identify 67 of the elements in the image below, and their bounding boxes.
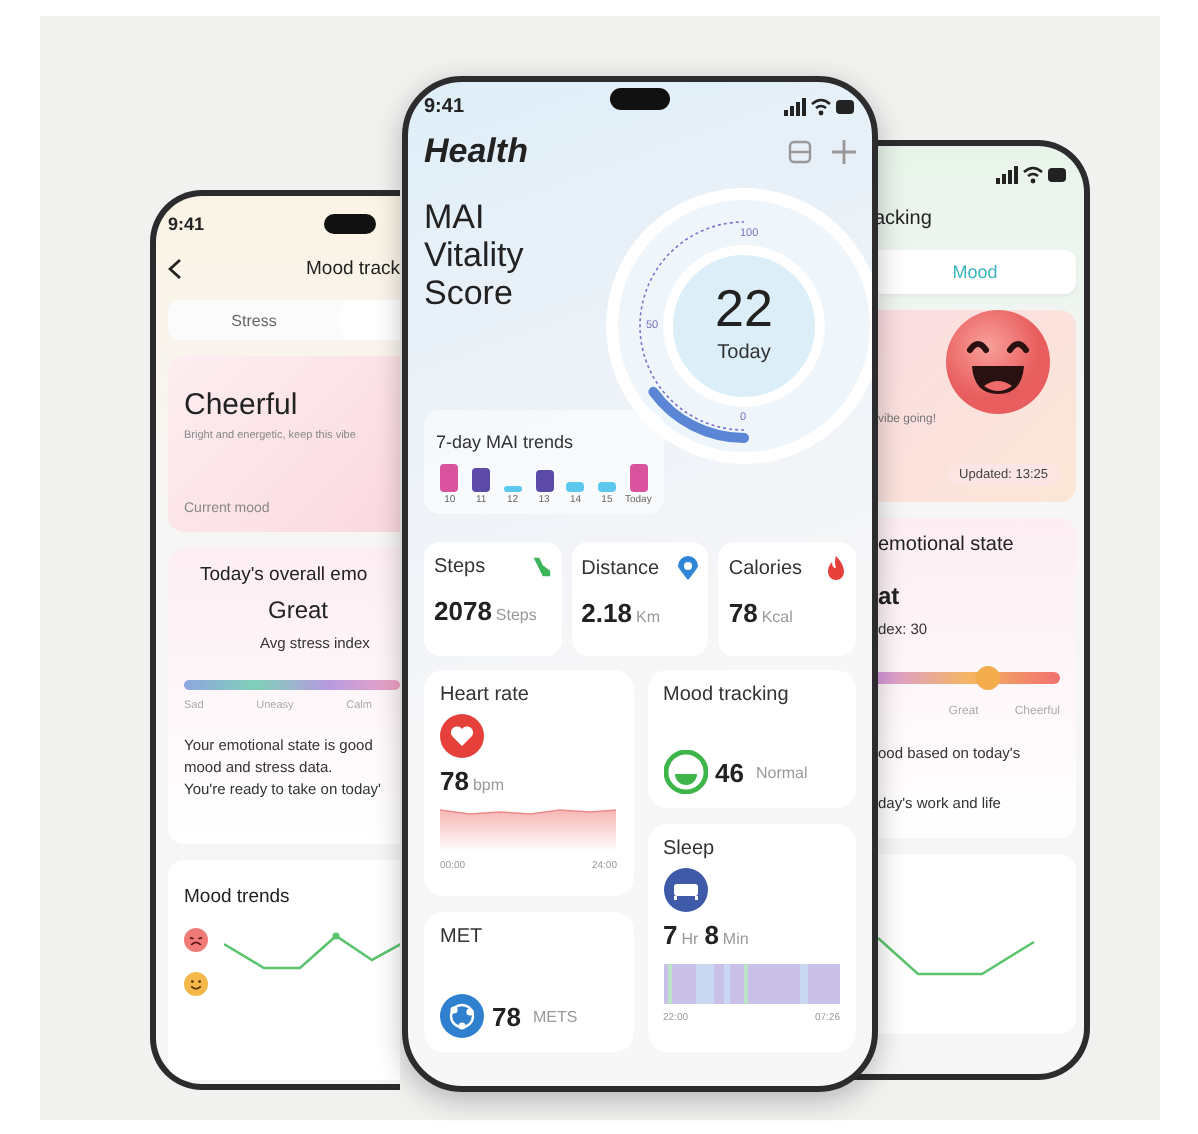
layout-icon[interactable] xyxy=(788,140,812,164)
mood-tracking-card[interactable]: Mood tracking 46 Normal xyxy=(647,670,856,808)
metric-label: Steps xyxy=(434,556,486,578)
trend-bar xyxy=(535,470,554,492)
back-icon[interactable] xyxy=(168,257,182,279)
metric-card[interactable]: Distance 2.18 Km xyxy=(571,542,709,656)
metric-value: 78 xyxy=(728,598,758,628)
status-time: 9:41 xyxy=(424,95,465,117)
trend-bar xyxy=(597,482,616,492)
metric-label: Calories xyxy=(728,557,803,579)
trend-bar xyxy=(503,486,522,492)
app-title: Health xyxy=(424,132,528,172)
met-card[interactable]: MET 78 METS xyxy=(424,912,633,1052)
slider-thumb[interactable] xyxy=(975,666,1000,690)
card-title: MET xyxy=(440,926,485,948)
score-title: MAI Vitality Score xyxy=(424,198,526,312)
metric-label: Distance xyxy=(581,557,660,579)
mood-value: 46 xyxy=(715,757,744,787)
score-value: 22 xyxy=(715,278,773,340)
sleep-minutes: 8 xyxy=(704,920,719,950)
metric-value: 2078 xyxy=(434,596,492,626)
tab-segment[interactable] xyxy=(340,300,400,340)
smiley-face-icon xyxy=(184,972,208,996)
sleep-unit: Min xyxy=(722,930,749,948)
camera-notch xyxy=(324,214,376,234)
laughing-face-drawing xyxy=(946,310,1050,414)
card-title: Today's overall emo xyxy=(198,564,370,586)
metric-unit: Kcal xyxy=(761,608,793,626)
trend-bar xyxy=(566,482,585,492)
card-title: Mood tracking xyxy=(663,684,791,706)
trend-bar xyxy=(472,468,491,492)
metric-value: 2.18 xyxy=(581,598,632,628)
mood-status: Normal xyxy=(755,763,808,781)
status-icons xyxy=(784,97,856,115)
metric-unit: Steps xyxy=(495,606,537,624)
mood-name: Cheerful xyxy=(184,388,300,422)
flame-icon xyxy=(826,556,847,580)
status-icons xyxy=(996,165,1068,183)
met-unit: METS xyxy=(532,1007,578,1025)
score-caption: Today xyxy=(717,342,771,364)
mood-face-icon xyxy=(663,750,707,794)
heart-rate-unit: bpm xyxy=(472,776,505,794)
bed-icon xyxy=(663,868,707,912)
card-title: Heart rate xyxy=(440,684,531,706)
status-time: 9:41 xyxy=(168,214,205,234)
metric-unit: Km xyxy=(635,608,660,626)
met-value: 78 xyxy=(492,1001,521,1031)
card-title: 7-day MAI trends xyxy=(436,432,574,452)
sad-face-icon xyxy=(184,928,208,952)
metric-card[interactable]: Steps 2078 Steps xyxy=(424,542,562,656)
mood-rating: at xyxy=(878,582,902,610)
screen-title: Mood track xyxy=(306,257,400,279)
tab[interactable]: Stress xyxy=(168,300,340,340)
metric-card[interactable]: Calories 78 Kcal xyxy=(718,542,857,656)
trend-bar xyxy=(440,464,459,492)
sleep-hours: 7 xyxy=(663,920,678,950)
mood-rating: Great xyxy=(266,596,331,624)
location-pin-icon xyxy=(678,556,699,580)
card-title: emotional state xyxy=(878,534,1016,556)
heart-rate-value: 78 xyxy=(440,766,469,796)
camera-notch xyxy=(610,88,670,110)
sleep-unit: Hr xyxy=(681,930,699,948)
trend-bar xyxy=(629,464,648,492)
card-title: Sleep xyxy=(663,838,717,860)
add-icon[interactable] xyxy=(832,140,856,164)
mood-slider[interactable] xyxy=(878,672,1060,684)
card-title: Mood trends xyxy=(184,886,290,908)
